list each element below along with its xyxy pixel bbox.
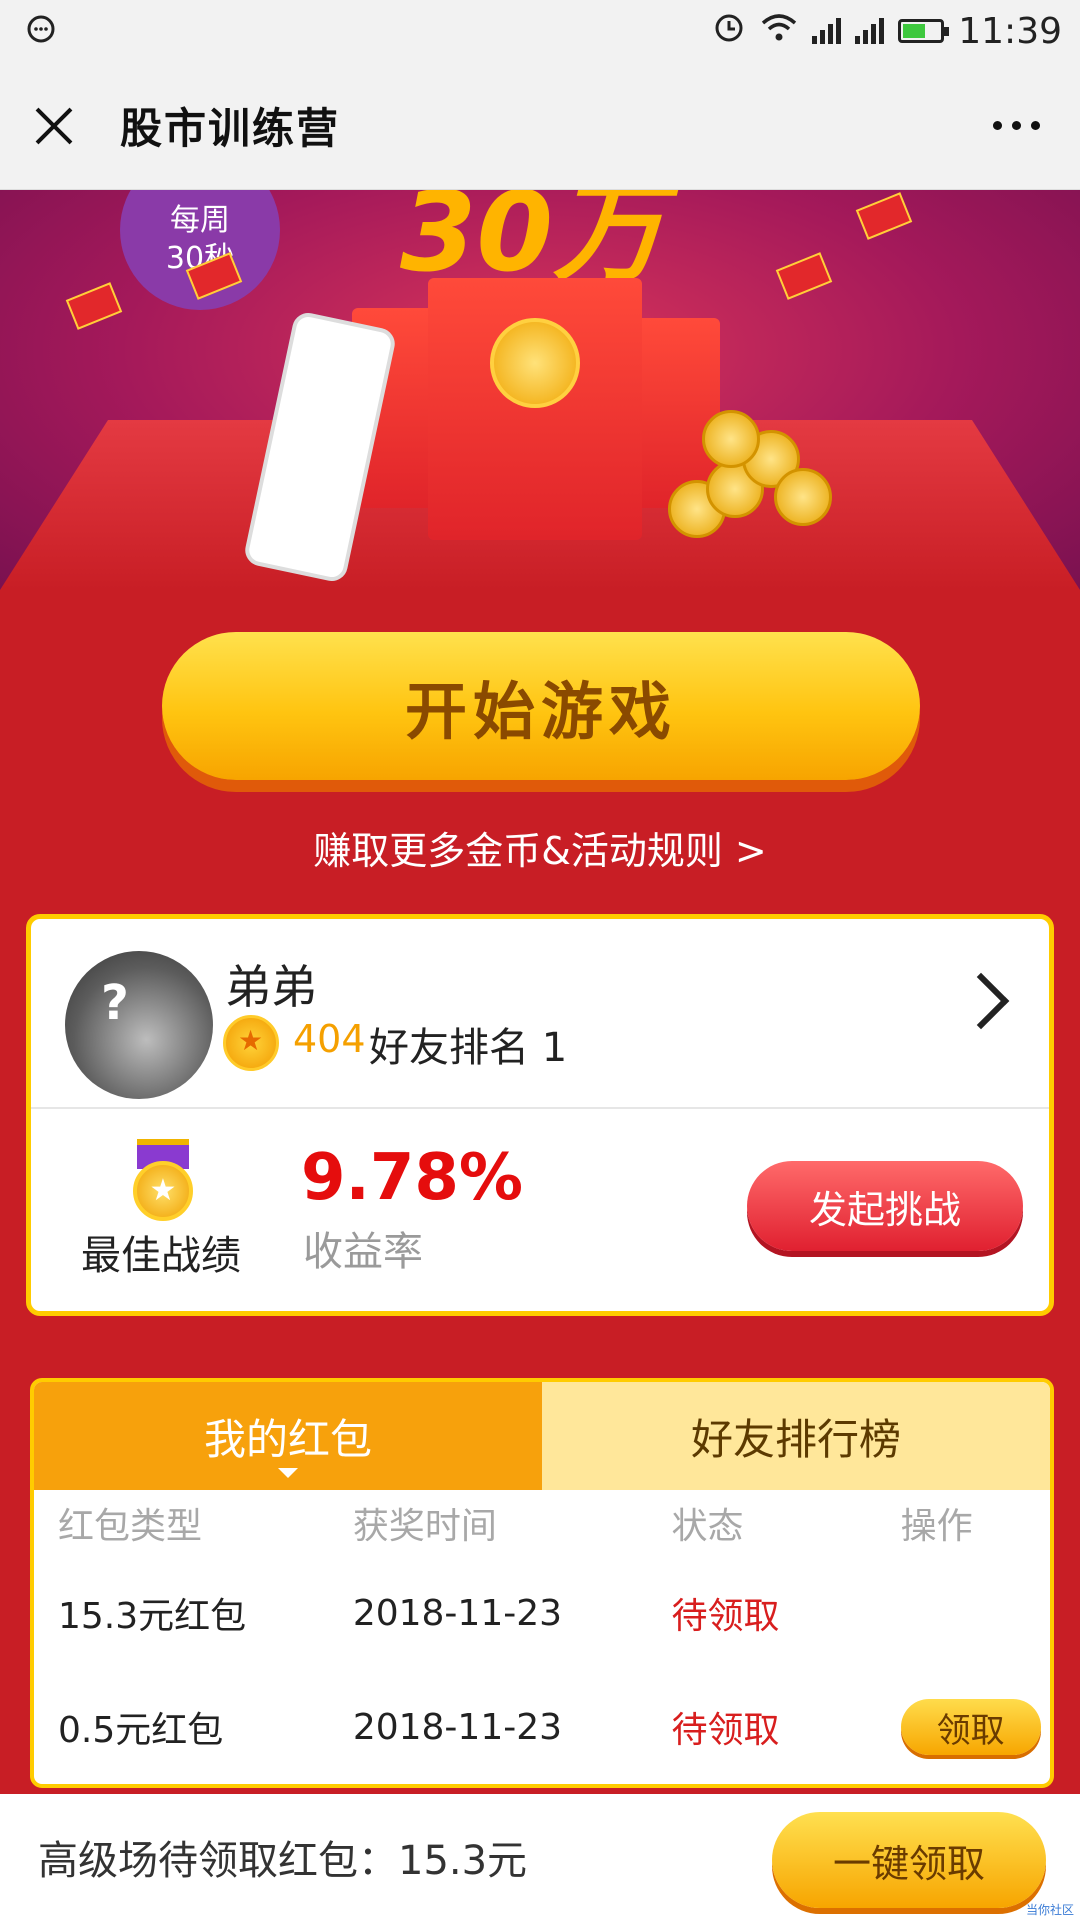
more-icon[interactable] — [993, 121, 1040, 130]
packet-time: 2018-11-23 — [352, 1592, 563, 1634]
packet-status: 待领取 — [671, 1710, 780, 1751]
footer-bar: 高级场待领取红包：15.3元 一键领取 当你社区 — [0, 1794, 1080, 1920]
claim-all-button[interactable]: 一键领取 — [772, 1812, 1046, 1908]
watermark: 当你社区 — [1025, 1903, 1074, 1917]
divider — [31, 1107, 1049, 1109]
column-header-status: 状态 — [671, 1506, 744, 1547]
tab-friend-ranking[interactable]: 好友排行榜 — [542, 1382, 1050, 1490]
status-bar: 11:39 — [0, 0, 1080, 62]
column-header-action: 操作 — [900, 1506, 973, 1547]
signal-icon — [812, 18, 842, 44]
gold-coin-icon — [223, 1015, 279, 1071]
coin-stack-icon — [662, 400, 832, 550]
tab-my-red-packets[interactable]: 我的红包 — [34, 1382, 542, 1490]
claim-button[interactable]: 领取 — [900, 1699, 1041, 1755]
rules-link[interactable]: 赚取更多金币&活动规则 > — [0, 820, 1080, 875]
start-game-button[interactable]: 开始游戏 — [162, 632, 920, 780]
money-note-icon — [855, 192, 913, 240]
red-packet-panel: 我的红包 好友排行榜 红包类型 获奖时间 状态 操作 15.3元红包 2018-… — [30, 1378, 1054, 1788]
table-header: 红包类型 获奖时间 状态 操作 — [34, 1490, 1050, 1556]
battery-fill — [903, 24, 926, 38]
alarm-icon — [712, 10, 746, 53]
battery-icon — [898, 19, 950, 43]
promo-banner: 30万 每周 30秒 — [0, 190, 1080, 590]
close-icon[interactable] — [34, 106, 74, 146]
packet-type: 0.5元红包 — [58, 1710, 224, 1751]
bubble-line1: 每周 — [170, 203, 230, 238]
money-note-icon — [775, 252, 833, 300]
coin-count: 404 — [293, 1017, 366, 1061]
packet-time: 2018-11-23 — [352, 1706, 563, 1748]
friend-rank: 好友排名 1 — [369, 1025, 568, 1071]
return-rate-label: 收益率 — [303, 1229, 423, 1275]
profile-card[interactable]: ? 弟弟 404 好友排名 1 ★ 最佳战绩 9.78% 收益率 发起挑战 — [26, 914, 1054, 1316]
title-bar: 股市训练营 — [0, 62, 1080, 190]
packet-type: 15.3元红包 — [58, 1596, 247, 1637]
wifi-icon — [760, 11, 798, 52]
packet-status: 待领取 — [671, 1596, 780, 1637]
pending-summary: 高级场待领取红包：15.3元 — [38, 1838, 528, 1884]
packet-action-cell: 领取 — [900, 1699, 1050, 1755]
return-rate: 9.78% — [301, 1141, 524, 1215]
challenge-button[interactable]: 发起挑战 — [747, 1161, 1023, 1251]
red-envelope-main-icon — [428, 278, 642, 540]
column-header-type: 红包类型 — [58, 1506, 203, 1547]
chat-bubble-icon — [26, 14, 56, 48]
money-note-icon — [65, 282, 123, 330]
clock: 11:39 — [958, 10, 1062, 52]
avatar: ? — [65, 951, 213, 1099]
tab-bar: 我的红包 好友排行榜 — [34, 1382, 1050, 1490]
medal-icon: ★ — [127, 1139, 199, 1221]
user-name: 弟弟 — [225, 960, 317, 1014]
column-header-time: 获奖时间 — [352, 1506, 497, 1547]
table-row: 0.5元红包 2018-11-23 待领取 领取 — [34, 1670, 1050, 1784]
page-title: 股市训练营 — [120, 104, 341, 153]
best-record-label: 最佳战绩 — [81, 1233, 241, 1279]
coin-icon — [490, 318, 580, 408]
question-mark-icon: ? — [101, 975, 129, 1031]
signal-icon-2 — [855, 18, 885, 44]
chevron-right-icon[interactable] — [952, 972, 1010, 1030]
table-row: 15.3元红包 2018-11-23 待领取 — [34, 1556, 1050, 1670]
